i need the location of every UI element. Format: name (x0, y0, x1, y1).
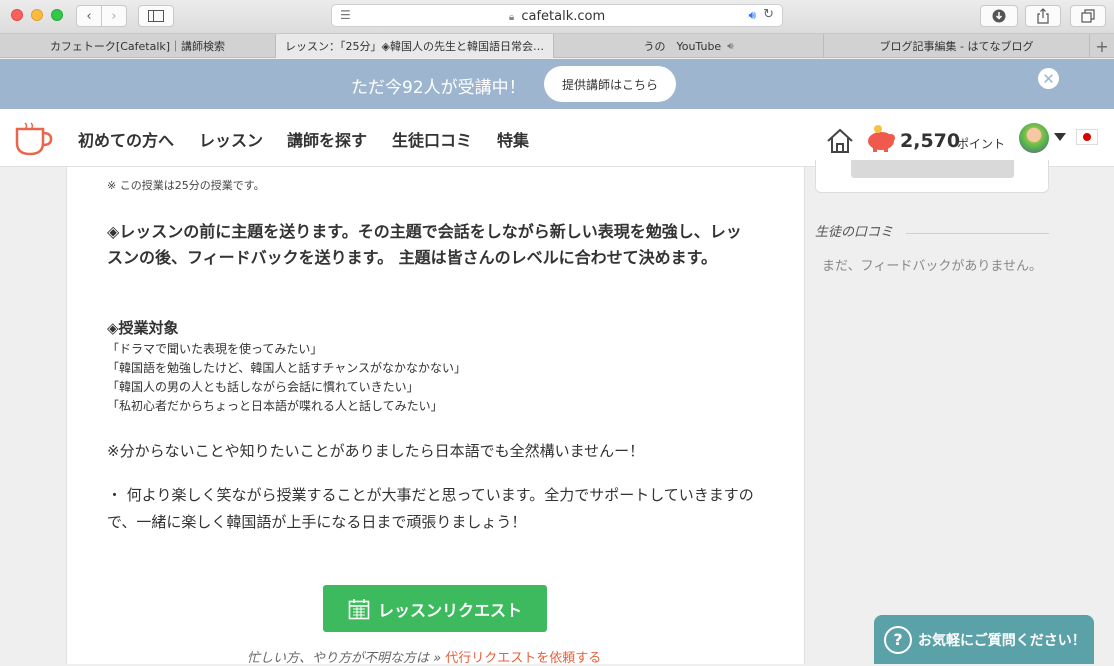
ask-question-widget[interactable]: ? お気軽にご質問ください！ (874, 615, 1094, 664)
reload-icon[interactable]: ↻ (763, 7, 774, 22)
share-button[interactable] (1025, 5, 1061, 27)
banner-close-icon[interactable]: ✕ (1038, 68, 1059, 89)
show-tabs-button[interactable] (1070, 5, 1106, 27)
lesson-intro: ◈レッスンの前に主題を送ります。その主題で会話をしながら新しい表現を勉強し、レッ… (107, 222, 742, 267)
lesson-request-label: レッスンリクエスト (377, 600, 522, 620)
sidebar-toggle-button[interactable] (138, 5, 174, 27)
lock-icon: 🔒︎ (508, 12, 515, 23)
forward-button[interactable]: › (101, 5, 127, 27)
nav-features[interactable]: 特集 (497, 127, 529, 151)
list-item: 「韓国人の男の人とも話しながら会話に慣れていきたい」 (107, 380, 419, 394)
avatar[interactable] (1019, 123, 1049, 153)
tab-label: ブログ記事編集 - はてなブログ (879, 40, 1034, 53)
banner-text: ただ今92人が受講中！ (351, 78, 526, 98)
share-icon (1037, 8, 1049, 24)
list-item: 「私初心者だからちょっと日本語が喋れる人と話してみたい」 (107, 399, 443, 413)
url-text: cafetalk.com (521, 9, 606, 24)
site-header: 初めての方へ レッスン 講師を探す 生徒口コミ 特集 2,570 ポイント (0, 109, 1114, 167)
sidebar-icon (148, 10, 164, 22)
question-icon: ? (884, 625, 912, 654)
closing-message: ・ 何より楽しく笑ながら授業することが大事だと思っています。全力でサポートしてい… (107, 486, 754, 531)
lesson-description-panel: ※ この授業は25分の授業です。 ◈レッスンの前に主題を送ります。その主題で会話… (66, 167, 805, 666)
close-window-button[interactable] (11, 9, 23, 21)
home-icon[interactable] (826, 128, 854, 154)
nav-reviews[interactable]: 生徒口コミ (392, 127, 472, 151)
chevron-right-icon: › (111, 8, 117, 24)
target-audience-list: 「ドラマで聞いた表現を使ってみたい」 「韓国語を勉強したけど、韓国人と話すチャン… (107, 340, 466, 416)
announcement-banner: ただ今92人が受講中！ 提供講師はこちら (0, 59, 1114, 109)
tab-cafetalk-search[interactable]: カフェトーク[Cafetalk]｜講師検索 (0, 34, 276, 58)
piggy-bank-icon[interactable] (864, 123, 898, 153)
browser-toolbar: ‹ › ☰ 🔒︎ cafetalk.com 🔊︎ ↻ (0, 0, 1114, 34)
sidebar-card (815, 160, 1049, 193)
lesson-request-button[interactable]: レッスンリクエスト (323, 585, 547, 632)
nav-lessons[interactable]: レッスン (199, 127, 263, 151)
no-reviews-message: まだ、フィードバックがありません。 (822, 259, 1042, 274)
caret-down-icon[interactable] (1054, 133, 1066, 141)
student-reviews-title: 生徒の口コミ (815, 225, 894, 240)
japan-flag-icon[interactable] (1076, 129, 1098, 145)
calendar-icon (348, 598, 370, 619)
zoom-window-button[interactable] (51, 9, 63, 21)
list-item: 「ドラマで聞いた表現を使ってみたい」 (107, 342, 323, 356)
japanese-ok-notice: ※分からないことや知りたいことがありましたら日本語でも全然構いませんー！ (107, 442, 645, 460)
minimize-window-button[interactable] (31, 9, 43, 21)
tutor-list-button[interactable]: 提供講師はこちら (544, 66, 676, 102)
tab-youtube[interactable]: うの YouTube 🔊︎ (554, 34, 824, 58)
tab-label: レッスン：「25分」◈韓国人の先生と韓国語日常会… (285, 40, 544, 53)
points-value: 2,570 (900, 130, 961, 152)
back-button[interactable]: ‹ (76, 5, 102, 27)
download-icon (992, 9, 1006, 23)
speaker-icon[interactable]: 🔊︎ (748, 8, 756, 23)
tab-audio-icon[interactable]: 🔊︎ (727, 41, 733, 52)
new-tab-button[interactable]: + (1090, 34, 1114, 58)
address-bar[interactable]: ☰ 🔒︎ cafetalk.com 🔊︎ ↻ (331, 4, 783, 27)
cafetalk-logo-icon[interactable] (13, 121, 53, 157)
nav-find-tutor[interactable]: 講師を探す (287, 127, 367, 151)
duration-note: ※ この授業は25分の授業です。 (107, 179, 265, 192)
target-audience-heading: ◈授業対象 (107, 319, 179, 337)
tabs-overview-icon (1081, 9, 1095, 23)
ask-question-label: お気軽にご質問ください！ (918, 632, 1086, 649)
list-item: 「韓国語を勉強したけど、韓国人と話すチャンスがなかなかない」 (107, 361, 467, 375)
proxy-request-note: 忙しい方、やり方が不明な方は » 代行リクエストを依頼する (247, 647, 601, 666)
tab-bar: カフェトーク[Cafetalk]｜講師検索 レッスン：「25分」◈韓国人の先生と… (0, 34, 1114, 58)
tab-lesson[interactable]: レッスン：「25分」◈韓国人の先生と韓国語日常会… (276, 34, 554, 58)
points-unit: ポイント (957, 137, 1006, 151)
sidebar-card-button[interactable] (851, 160, 1014, 178)
tab-hatena-blog[interactable]: ブログ記事編集 - はてなブログ (824, 34, 1090, 58)
tab-label: うの YouTube (643, 40, 722, 53)
divider (906, 233, 1049, 234)
nav-beginners[interactable]: 初めての方へ (78, 127, 174, 151)
downloads-button[interactable] (980, 5, 1018, 27)
tab-label: カフェトーク[Cafetalk]｜講師検索 (49, 40, 226, 53)
chevron-left-icon: ‹ (86, 8, 92, 24)
